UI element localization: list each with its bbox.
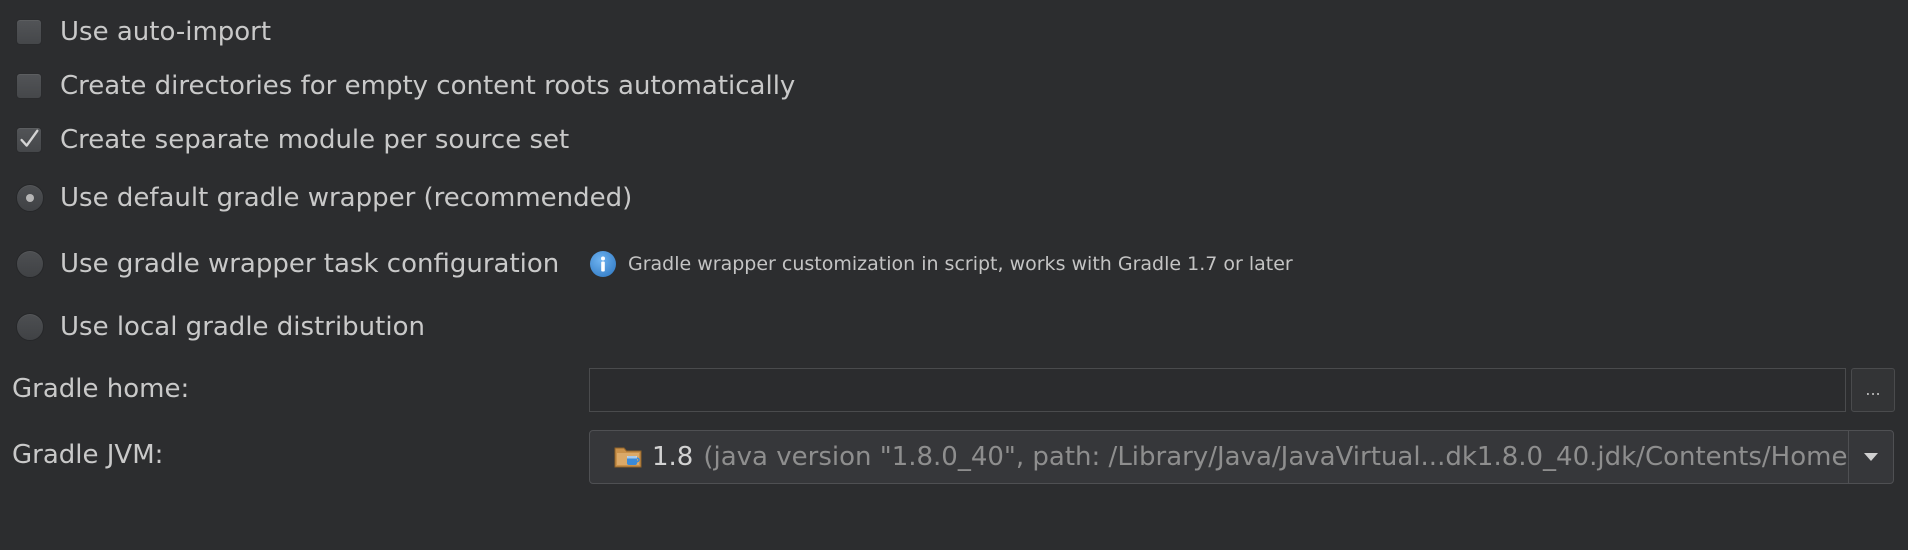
wrapper-task-info: Gradle wrapper customization in script, … (590, 246, 1293, 282)
wrapper-task-info-text: Gradle wrapper customization in script, … (628, 253, 1293, 275)
info-icon (590, 251, 616, 277)
gradle-jvm-version: 1.8 (652, 442, 694, 472)
radio-selected-dot (26, 194, 34, 202)
local-distribution-option[interactable]: Use local gradle distribution (16, 309, 425, 345)
auto-import-label: Use auto-import (60, 17, 272, 47)
separate-module-label: Create separate module per source set (60, 125, 570, 155)
checkmark-icon (20, 129, 39, 147)
jdk-folder-icon (614, 444, 644, 470)
gradle-jvm-detail: (java version "1.8.0_40", path: /Library… (703, 442, 1848, 472)
wrapper-task-label: Use gradle wrapper task configuration (60, 249, 560, 279)
auto-import-checkbox[interactable] (16, 19, 42, 45)
wrapper-task-option[interactable]: Use gradle wrapper task configuration (16, 246, 559, 282)
separate-module-option[interactable]: Create separate module per source set (16, 122, 569, 158)
gradle-jvm-dropdown[interactable]: 1.8 (java version "1.8.0_40", path: /Lib… (589, 430, 1894, 484)
dropdown-arrow-button[interactable] (1848, 431, 1893, 483)
wrapper-task-radio[interactable] (16, 250, 44, 278)
gradle-jvm-label: Gradle JVM: (12, 440, 164, 470)
triangle-down-icon (1864, 453, 1878, 461)
create-directories-checkbox[interactable] (16, 73, 42, 99)
create-directories-option[interactable]: Create directories for empty content roo… (16, 68, 795, 104)
default-wrapper-label: Use default gradle wrapper (recommended) (60, 183, 633, 213)
separate-module-checkbox[interactable] (16, 127, 42, 153)
gradle-home-browse-button[interactable]: ... (1851, 368, 1895, 412)
default-wrapper-radio[interactable] (16, 184, 44, 212)
auto-import-option[interactable]: Use auto-import (16, 14, 271, 50)
local-distribution-label: Use local gradle distribution (60, 312, 425, 342)
default-wrapper-option[interactable]: Use default gradle wrapper (recommended) (16, 180, 632, 216)
local-distribution-radio[interactable] (16, 313, 44, 341)
gradle-jvm-selected-value: 1.8 (java version "1.8.0_40", path: /Lib… (590, 442, 1848, 472)
gradle-home-label: Gradle home: (12, 374, 190, 404)
create-directories-label: Create directories for empty content roo… (60, 71, 796, 101)
gradle-home-field[interactable] (589, 368, 1846, 412)
